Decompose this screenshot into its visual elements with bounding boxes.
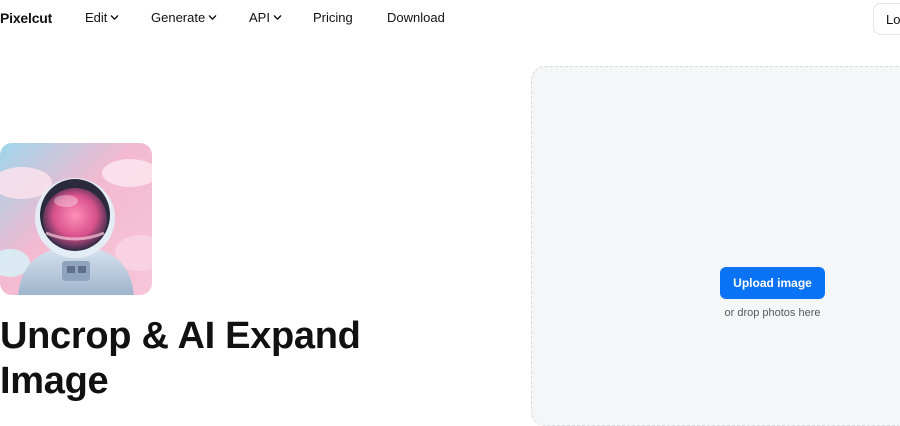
drop-photos-hint: or drop photos here	[724, 307, 821, 319]
nav-generate[interactable]: Generate	[151, 10, 217, 25]
nav-download[interactable]: Download	[387, 10, 445, 25]
nav-pricing[interactable]: Pricing	[313, 10, 353, 25]
top-navigation: Pixelcut Edit Generate API Pricing Downl…	[0, 0, 900, 38]
page-title: Uncrop & AI Expand Image	[0, 315, 361, 402]
nav-edit[interactable]: Edit	[85, 10, 119, 25]
chevron-down-icon	[273, 15, 282, 20]
pixelcut-logo[interactable]: Pixelcut	[0, 10, 52, 26]
nav-generate-label: Generate	[151, 10, 206, 25]
nav-api[interactable]: API	[249, 10, 282, 25]
nav-pricing-label: Pricing	[313, 10, 353, 25]
nav-edit-label: Edit	[85, 10, 108, 25]
chevron-down-icon	[208, 15, 217, 20]
upload-dropzone[interactable]	[531, 66, 900, 426]
upload-image-button[interactable]: Upload image	[720, 267, 825, 299]
astronaut-illustration	[0, 143, 152, 295]
login-button[interactable]: Lo	[873, 3, 900, 35]
astronaut-hero-image	[0, 143, 152, 295]
chevron-down-icon	[111, 15, 119, 20]
nav-download-label: Download	[387, 10, 445, 25]
nav-api-label: API	[249, 10, 270, 25]
